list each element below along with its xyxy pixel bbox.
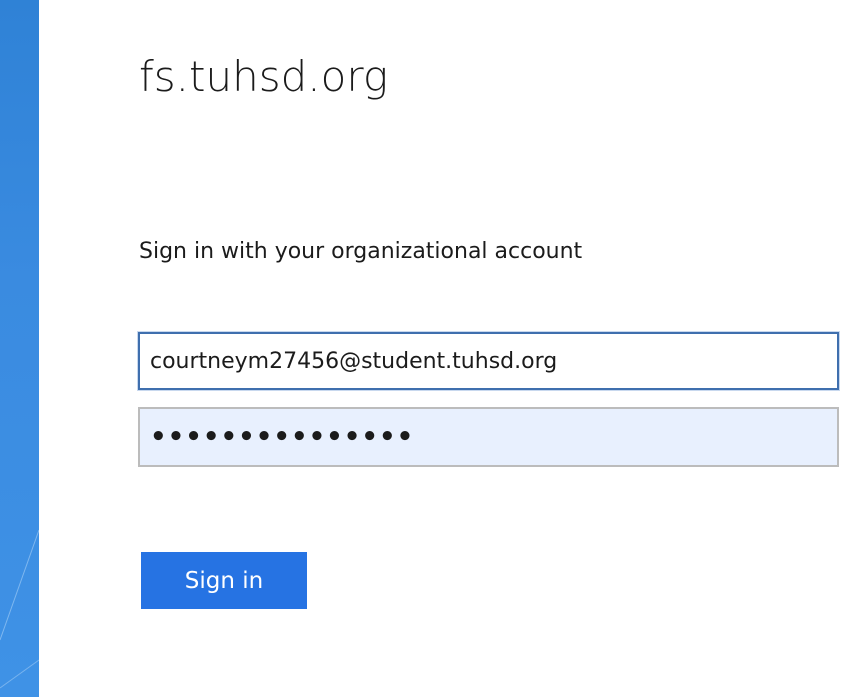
decorative-side-panel [0,0,39,697]
decorative-lines-illustration [0,529,39,689]
sign-in-page: fs.tuhsd.org Sign in with your organizat… [0,0,841,697]
sign-in-prompt: Sign in with your organizational account [139,239,583,264]
email-field[interactable] [138,332,839,390]
sign-in-button[interactable]: Sign in [141,552,307,609]
page-title: fs.tuhsd.org [139,52,389,101]
password-field[interactable] [138,407,839,467]
